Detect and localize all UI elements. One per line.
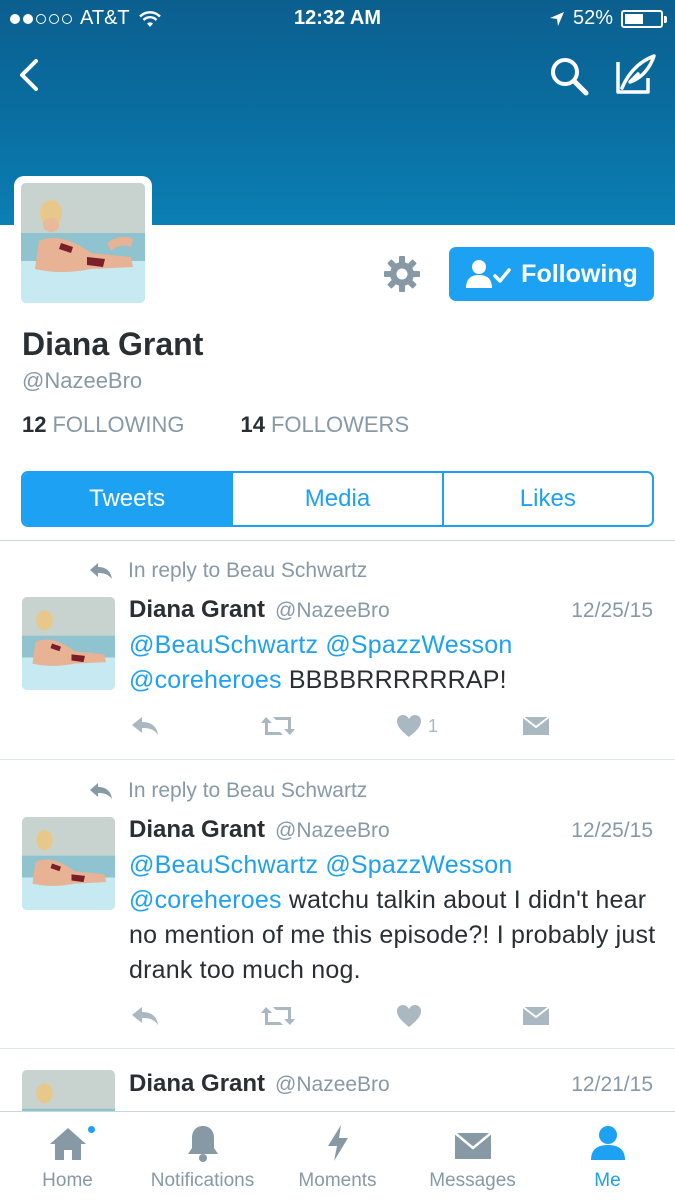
home-icon <box>49 1128 86 1160</box>
profile-handle: @NazeeBro <box>22 368 143 393</box>
tabbar-home[interactable]: Home <box>0 1112 135 1200</box>
profile-stats: 12 FOLLOWING 14 FOLLOWERS <box>22 412 409 438</box>
tweet-date: 12/21/15 <box>571 1073 653 1096</box>
direct-message-button[interactable] <box>522 711 550 741</box>
envelope-icon <box>522 716 550 735</box>
tweet-item[interactable]: Diana Grant @NazeeBro 12/21/15 <box>0 1050 675 1112</box>
in-reply-to[interactable]: In reply to Beau Schwartz <box>88 559 367 583</box>
back-button[interactable] <box>14 55 44 95</box>
tweet-author-name: Diana Grant <box>129 596 266 623</box>
tabbar-moments-label: Moments <box>298 1170 377 1191</box>
profile-tabs: Tweets Media Likes <box>21 471 654 527</box>
tabbar-home-label: Home <box>42 1170 93 1191</box>
tweet-avatar[interactable] <box>22 1070 115 1112</box>
tweet-author-name: Diana Grant <box>129 1070 266 1097</box>
lightning-icon <box>327 1125 348 1161</box>
mention-link[interactable]: @SpazzWesson <box>325 631 512 659</box>
tweet-avatar[interactable] <box>22 817 115 910</box>
tweet-actions <box>130 1001 560 1031</box>
person-icon <box>590 1126 625 1160</box>
following-button[interactable]: Following <box>449 247 654 301</box>
like-button[interactable] <box>396 1001 428 1031</box>
tabbar-messages[interactable]: Messages <box>405 1112 540 1200</box>
profile-avatar[interactable] <box>14 176 152 310</box>
mention-link[interactable]: @coreheroes <box>129 666 282 694</box>
compose-icon[interactable] <box>612 52 658 98</box>
reply-button[interactable] <box>130 711 160 741</box>
tweet-item[interactable]: In reply to Beau Schwartz Diana Grant @N… <box>0 541 675 760</box>
profile-photo <box>21 183 145 303</box>
battery-icon <box>621 9 667 28</box>
tabbar-me-label: Me <box>594 1170 621 1191</box>
followers-label: FOLLOWERS <box>270 412 410 437</box>
heart-icon <box>397 1005 421 1027</box>
search-icon[interactable] <box>548 55 590 97</box>
tabbar-messages-label: Messages <box>429 1170 516 1191</box>
reply-to-text: In reply to Beau Schwartz <box>128 559 368 582</box>
tweet-author-handle: @NazeeBro <box>275 599 390 622</box>
in-reply-to[interactable]: In reply to Beau Schwartz <box>88 779 367 803</box>
like-button[interactable]: 1 <box>396 711 438 741</box>
reply-button[interactable] <box>130 1001 160 1031</box>
tweet-item[interactable]: In reply to Beau Schwartz Diana Grant @N… <box>0 761 675 1049</box>
notification-dot <box>86 1124 97 1135</box>
retweet-button[interactable] <box>260 1001 296 1031</box>
mention-link[interactable]: @BeauSchwartz <box>129 851 318 879</box>
tweet-author-handle: @NazeeBro <box>275 1073 390 1096</box>
tweet-header: Diana Grant @NazeeBro 12/25/15 <box>129 596 653 624</box>
reply-icon <box>132 717 158 735</box>
following-count-link[interactable]: 12 FOLLOWING <box>22 412 185 438</box>
tabbar-notifications-label: Notifications <box>150 1170 255 1191</box>
retweet-button[interactable] <box>260 711 296 741</box>
tweet-date: 12/25/15 <box>571 599 653 622</box>
mention-link[interactable]: @BeauSchwartz <box>129 631 318 659</box>
profile-name: Diana Grant <box>22 326 204 362</box>
tweet-header: Diana Grant @NazeeBro 12/25/15 <box>129 816 653 844</box>
direct-message-button[interactable] <box>522 1001 550 1031</box>
followers-count-link[interactable]: 14 FOLLOWERS <box>241 412 410 438</box>
status-right: 52% <box>549 7 667 30</box>
mention-link[interactable]: @coreheroes <box>129 886 282 914</box>
tweet-author-handle: @NazeeBro <box>275 819 390 842</box>
envelope-icon <box>453 1132 492 1159</box>
tweet-avatar[interactable] <box>22 597 115 690</box>
tab-likes[interactable]: Likes <box>444 473 652 525</box>
tweet-text: @BeauSchwartz @SpazzWesson @coreheroes B… <box>129 628 659 698</box>
reply-icon <box>132 1007 158 1025</box>
heart-icon <box>397 715 421 737</box>
envelope-icon <box>522 1006 550 1025</box>
tweet-text: @BeauSchwartz @SpazzWesson @coreheroes w… <box>129 848 659 988</box>
status-bar: AT&T 12:32 AM 52% <box>0 0 675 38</box>
followers-count: 14 <box>240 412 265 437</box>
retweet-icon <box>261 1007 295 1025</box>
tab-tweets[interactable]: Tweets <box>23 473 234 525</box>
tabbar-moments[interactable]: Moments <box>270 1112 405 1200</box>
following-label: FOLLOWING <box>52 412 185 437</box>
reply-arrow-icon <box>90 783 112 799</box>
tweet-author-name: Diana Grant <box>129 816 266 843</box>
following-count: 12 <box>22 412 47 437</box>
reply-to-text: In reply to Beau Schwartz <box>128 779 368 802</box>
bottom-tab-bar: Home Notifications Moments Messages Me <box>0 1111 675 1200</box>
tweet-header: Diana Grant @NazeeBro 12/21/15 <box>129 1070 653 1098</box>
person-check-icon <box>466 260 511 288</box>
mention-link[interactable]: @SpazzWesson <box>325 851 512 879</box>
tweet-actions: 1 <box>130 711 560 741</box>
retweet-icon <box>261 717 295 735</box>
reply-arrow-icon <box>90 563 112 579</box>
tweet-date: 12/25/15 <box>571 819 653 842</box>
bell-icon <box>187 1126 218 1162</box>
like-count: 1 <box>428 715 439 736</box>
battery-percent: 52% <box>572 7 613 29</box>
location-arrow-icon <box>549 11 564 26</box>
following-button-label: Following <box>521 259 638 288</box>
tabbar-me[interactable]: Me <box>540 1112 675 1200</box>
settings-gear-icon[interactable] <box>382 254 422 294</box>
tweet-body: BBBBRRRRRRAP! <box>288 666 507 694</box>
tab-media[interactable]: Media <box>233 473 444 525</box>
tabbar-notifications[interactable]: Notifications <box>135 1112 270 1200</box>
